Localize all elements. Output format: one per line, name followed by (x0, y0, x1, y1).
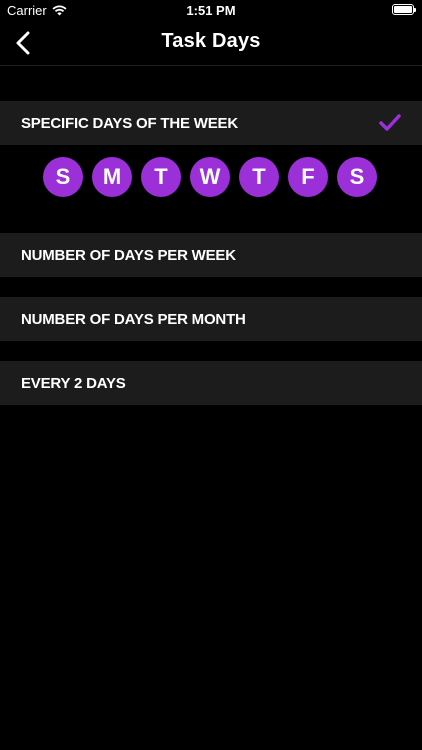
day-selector: S M T W T F S (43, 157, 377, 197)
checkmark-icon (379, 114, 401, 131)
day-monday[interactable]: M (92, 157, 132, 197)
day-tuesday[interactable]: T (141, 157, 181, 197)
day-friday[interactable]: F (288, 157, 328, 197)
option-label: EVERY 2 DAYS (21, 374, 126, 392)
battery-fill (394, 6, 412, 13)
battery-nub (414, 8, 416, 12)
status-time: 1:51 PM (186, 3, 236, 18)
task-days-screen: Carrier 1:51 PM Task Days SPECIFIC DAYS … (0, 0, 422, 750)
option-specific-days[interactable]: SPECIFIC DAYS OF THE WEEK (0, 101, 422, 145)
battery-icon (392, 4, 416, 15)
option-label: NUMBER OF DAYS PER MONTH (21, 310, 246, 328)
option-days-per-week[interactable]: NUMBER OF DAYS PER WEEK (0, 233, 422, 277)
status-bar: Carrier 1:51 PM (0, 0, 422, 22)
option-label: SPECIFIC DAYS OF THE WEEK (21, 114, 238, 132)
day-sunday[interactable]: S (43, 157, 83, 197)
option-every-2-days[interactable]: EVERY 2 DAYS (0, 361, 422, 405)
option-days-per-month[interactable]: NUMBER OF DAYS PER MONTH (0, 297, 422, 341)
page-title: Task Days (161, 30, 261, 52)
option-label: NUMBER OF DAYS PER WEEK (21, 246, 236, 264)
nav-bar: Task Days (0, 22, 422, 66)
day-thursday[interactable]: T (239, 157, 279, 197)
day-wednesday[interactable]: W (190, 157, 230, 197)
day-saturday[interactable]: S (337, 157, 377, 197)
